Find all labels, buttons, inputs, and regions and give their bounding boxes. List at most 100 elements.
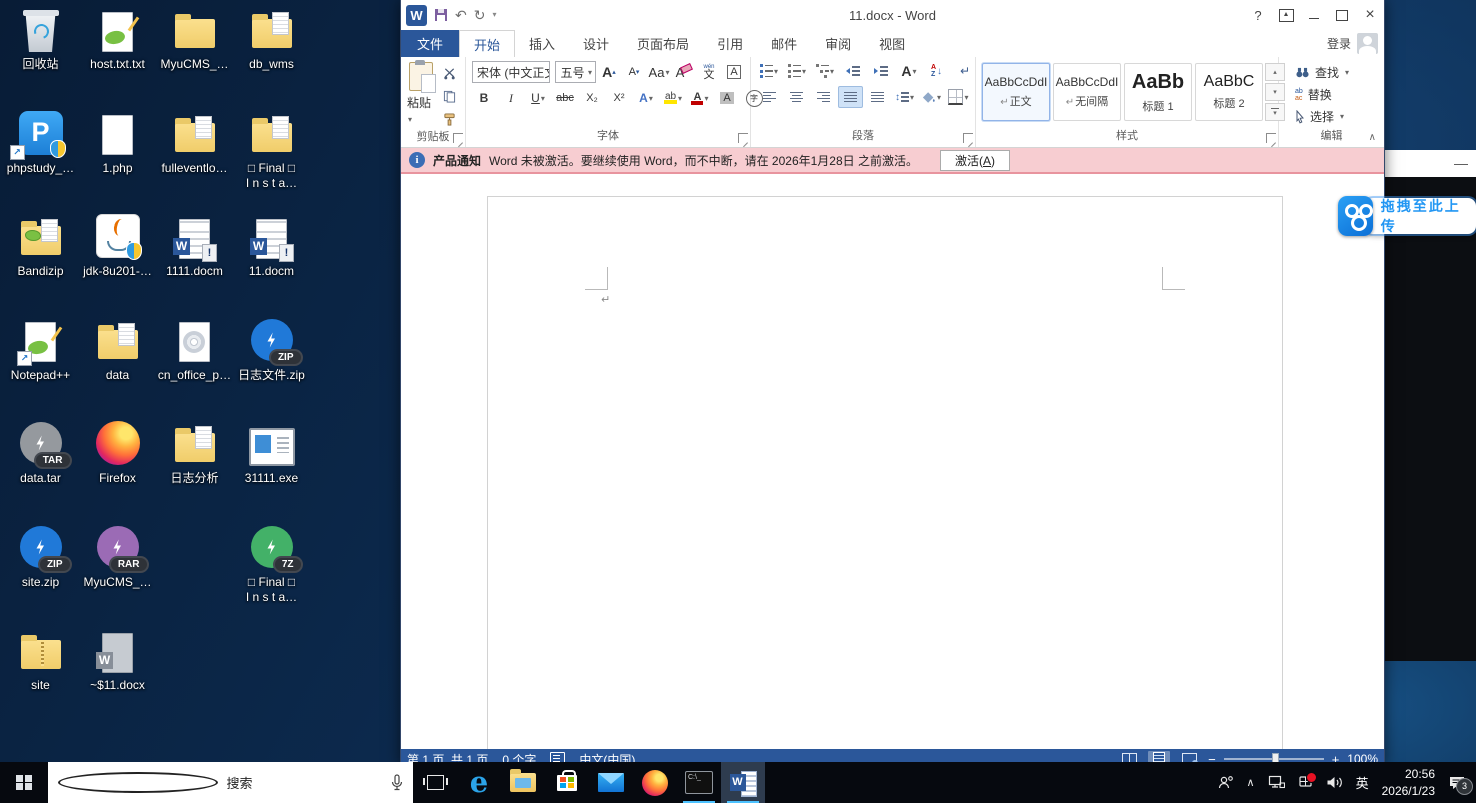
paragraph-dialog-launcher[interactable] bbox=[963, 133, 973, 143]
tab-审阅[interactable]: 审阅 bbox=[811, 30, 865, 57]
desktop-icon-folder_img[interactable]: Bandizip bbox=[2, 211, 79, 279]
font-dialog-launcher[interactable] bbox=[738, 133, 748, 143]
desktop-icon-word_warn[interactable]: W!1111.docm bbox=[156, 211, 233, 279]
align-left-button[interactable] bbox=[757, 86, 782, 108]
help-button[interactable]: ? bbox=[1244, 2, 1272, 28]
desktop-icon-doc[interactable]: 1.php bbox=[79, 108, 156, 176]
character-border-button[interactable]: A bbox=[722, 62, 746, 82]
style-item[interactable]: AaBb标题 1 bbox=[1124, 63, 1192, 121]
bold-button[interactable]: B bbox=[472, 88, 496, 108]
title-bar[interactable]: 11.docx - Word W ↶ ↻ ▾ ? × bbox=[401, 0, 1384, 30]
tab-开始[interactable]: 开始 bbox=[459, 30, 515, 57]
character-shading-button[interactable]: A bbox=[715, 88, 739, 108]
tab-页面布局[interactable]: 页面布局 bbox=[623, 30, 703, 57]
ribbon-display-options-button[interactable] bbox=[1272, 2, 1300, 28]
show-hidden-icons-button[interactable]: ∧ bbox=[1247, 776, 1255, 789]
desktop-icon-npp_doc[interactable]: host.txt.txt bbox=[79, 4, 156, 72]
desktop-icon-word_temp[interactable]: W~$11.docx bbox=[79, 625, 156, 693]
multilevel-list-button[interactable]: ▾ bbox=[813, 61, 837, 81]
format-painter-button[interactable] bbox=[437, 109, 461, 129]
borders-button[interactable]: ▾ bbox=[946, 86, 971, 108]
maximize-button[interactable] bbox=[1328, 2, 1356, 28]
taskbar-clock[interactable]: 20:56 2026/1/23 bbox=[1382, 766, 1435, 798]
network-icon[interactable] bbox=[1268, 775, 1285, 790]
align-right-button[interactable] bbox=[811, 86, 836, 108]
tab-file[interactable]: 文件 bbox=[401, 30, 459, 57]
tab-插入[interactable]: 插入 bbox=[515, 30, 569, 57]
save-icon[interactable] bbox=[434, 8, 448, 22]
desktop-icon-folder_zip[interactable]: site bbox=[2, 625, 79, 693]
line-spacing-button[interactable]: ↕▾ bbox=[892, 86, 917, 108]
copy-button[interactable] bbox=[437, 86, 461, 106]
redo-button[interactable]: ↻ bbox=[474, 8, 486, 22]
ime-indicator[interactable]: 英 bbox=[1356, 773, 1369, 792]
security-flag-icon[interactable] bbox=[1298, 775, 1313, 790]
desktop-icon-word_warn[interactable]: W!11.docm bbox=[233, 211, 310, 279]
undo-button[interactable]: ↶ bbox=[455, 8, 467, 22]
taskbar-explorer-button[interactable] bbox=[501, 762, 545, 803]
show-hide-marks-button[interactable]: ↵ bbox=[953, 61, 977, 81]
increase-indent-button[interactable] bbox=[869, 61, 893, 81]
taskbar-cmd-button[interactable]: C:\_ bbox=[677, 762, 721, 803]
desktop-icon-band_7z[interactable]: 7Z□ Final □ I n s t a… bbox=[233, 522, 310, 605]
grow-font-button[interactable]: A▴ bbox=[597, 62, 621, 82]
tab-设计[interactable]: 设计 bbox=[569, 30, 623, 57]
style-item[interactable]: AaBbCcDdI↵正文 bbox=[982, 63, 1050, 121]
subscript-button[interactable]: X₂ bbox=[580, 88, 604, 108]
desktop-icon-folder_doc[interactable]: db_wms bbox=[233, 4, 310, 72]
people-icon[interactable] bbox=[1218, 775, 1234, 791]
taskbar-firefox-button[interactable] bbox=[633, 762, 677, 803]
desktop-icon-folder_doc[interactable]: fulleventlo… bbox=[156, 108, 233, 176]
desktop-icon-band_tar[interactable]: TARdata.tar bbox=[2, 418, 79, 486]
justify-button[interactable] bbox=[838, 86, 863, 108]
style-item[interactable]: AaBbC标题 2 bbox=[1195, 63, 1263, 121]
desktop-icon-folder[interactable]: MyuCMS_… bbox=[156, 4, 233, 72]
distribute-button[interactable] bbox=[865, 86, 890, 108]
clipboard-dialog-launcher[interactable] bbox=[453, 133, 463, 143]
desktop-icon-java[interactable]: jdk-8u201-… bbox=[79, 211, 156, 279]
activate-button[interactable]: 激活(A) bbox=[940, 150, 1010, 171]
tab-引用[interactable]: 引用 bbox=[703, 30, 757, 57]
action-center-button[interactable]: 3 bbox=[1448, 775, 1466, 791]
asian-layout-button[interactable]: A▾ bbox=[897, 61, 921, 81]
taskbar-edge-button[interactable]: e bbox=[457, 762, 501, 803]
tab-视图[interactable]: 视图 bbox=[865, 30, 919, 57]
superscript-button[interactable]: X² bbox=[607, 88, 631, 108]
document-page[interactable]: ↵ bbox=[487, 196, 1283, 749]
shrink-font-button[interactable]: A▾ bbox=[622, 62, 646, 82]
cut-button[interactable] bbox=[437, 63, 461, 83]
document-area[interactable]: ↵ bbox=[401, 174, 1384, 749]
desktop-icon-folder_doc[interactable]: □ Final □ I n s t a… bbox=[233, 108, 310, 191]
phonetic-guide-button[interactable]: wén文 bbox=[697, 62, 721, 82]
highlight-color-button[interactable]: ab▾ bbox=[661, 88, 685, 108]
font-size-combo[interactable]: 五号▾ bbox=[555, 61, 596, 83]
text-effects-button[interactable]: A▾ bbox=[634, 88, 658, 108]
avatar[interactable] bbox=[1357, 33, 1378, 54]
taskbar-word-button[interactable]: W bbox=[721, 762, 765, 803]
desktop-icon-band_rar[interactable]: RARMyuCMS_… bbox=[79, 522, 156, 590]
microphone-icon[interactable] bbox=[391, 774, 403, 791]
customize-qat-button[interactable]: ▾ bbox=[492, 11, 496, 19]
font-color-button[interactable]: A▾ bbox=[688, 88, 712, 108]
sort-button[interactable]: AZ↓ bbox=[925, 61, 949, 81]
task-view-button[interactable] bbox=[413, 762, 457, 803]
desktop-icon-disc[interactable]: cn_office_p… bbox=[156, 315, 233, 383]
sign-in-label[interactable]: 登录 bbox=[1327, 35, 1351, 52]
upload-drop-target[interactable]: 拖拽至此上传 bbox=[1338, 196, 1476, 236]
desktop-icon-recycle[interactable]: 回收站 bbox=[2, 4, 79, 72]
desktop-icon-band_zip[interactable]: ZIPsite.zip bbox=[2, 522, 79, 590]
paste-button[interactable]: 粘贴▾ bbox=[407, 61, 435, 129]
start-button[interactable] bbox=[0, 762, 48, 803]
clear-formatting-button[interactable]: A bbox=[672, 62, 696, 82]
italic-button[interactable]: I bbox=[499, 88, 523, 108]
taskbar-store-button[interactable] bbox=[545, 762, 589, 803]
desktop-icon-exe[interactable]: 31111.exe bbox=[233, 418, 310, 486]
tab-邮件[interactable]: 邮件 bbox=[757, 30, 811, 57]
collapse-ribbon-button[interactable]: ∧ bbox=[1369, 132, 1376, 143]
style-item[interactable]: AaBbCcDdI↵无间隔 bbox=[1053, 63, 1121, 121]
taskbar-mail-button[interactable] bbox=[589, 762, 633, 803]
change-case-button[interactable]: Aa▾ bbox=[647, 62, 671, 82]
find-button[interactable]: 查找▾ bbox=[1295, 64, 1349, 81]
numbering-button[interactable]: ▾ bbox=[785, 61, 809, 81]
bullets-button[interactable]: ▾ bbox=[757, 61, 781, 81]
